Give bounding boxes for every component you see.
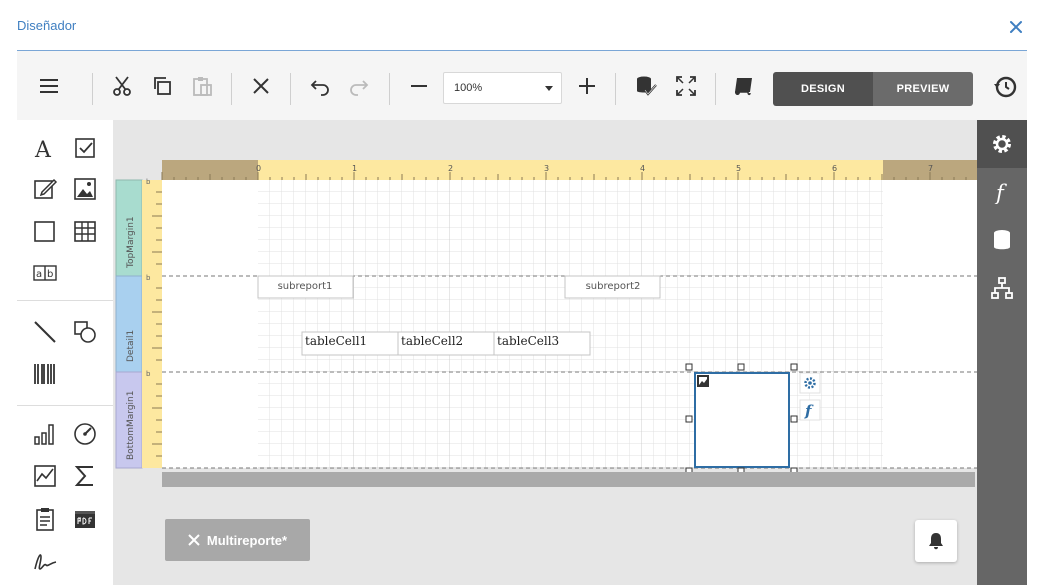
pdf-content-tool-icon[interactable] <box>72 506 98 532</box>
page-info-tool-icon[interactable] <box>32 506 58 532</box>
undo-icon[interactable] <box>309 75 331 97</box>
band-label-detail: Detail1 <box>126 330 136 362</box>
right-side-panel: f <box>977 120 1027 585</box>
selected-picture-box[interactable] <box>685 363 798 475</box>
design-button[interactable]: DESIGN <box>773 72 873 106</box>
toolbar-separator <box>290 73 291 105</box>
ruler-tick-label: 4 <box>640 164 645 173</box>
svg-text:f: f <box>994 181 1007 204</box>
dialog-title: Diseñador <box>17 18 77 33</box>
band-marker: b <box>146 178 151 186</box>
line-tool-icon[interactable] <box>32 319 58 345</box>
designer-toolbar: 100% DESIGN PREVIEW <box>17 51 1027 120</box>
table-tool-icon[interactable] <box>72 218 98 244</box>
report-page <box>162 180 977 469</box>
ruler-tick-label: 2 <box>448 164 453 173</box>
ruler-tick-label: 0 <box>256 164 261 173</box>
database-icon <box>994 230 1010 250</box>
character-comb-tool-icon[interactable]: ab <box>32 260 58 286</box>
barcode-tool-icon[interactable] <box>32 361 58 387</box>
ruler-tick-label: 6 <box>832 164 837 173</box>
toolbar-separator <box>231 73 232 105</box>
properties-tab[interactable] <box>977 120 1027 168</box>
validate-bindings-icon[interactable] <box>635 75 657 97</box>
subreport1-label: subreport1 <box>278 281 333 292</box>
design-preview-toggle: DESIGN PREVIEW <box>773 72 973 106</box>
toolbar-separator <box>615 73 616 105</box>
table-cell-text: tableCell2 <box>401 334 463 348</box>
report-tab-label: Multireporte* <box>206 532 288 548</box>
band-marker: b <box>146 274 151 282</box>
menu-icon[interactable] <box>38 75 60 97</box>
table-cell-text: tableCell3 <box>497 334 559 348</box>
toolbar-separator <box>92 73 93 105</box>
cut-icon[interactable] <box>111 75 133 97</box>
copy-icon[interactable] <box>151 75 173 97</box>
label-tool-icon[interactable]: A <box>32 135 58 163</box>
toolbox-separator <box>17 405 113 406</box>
horizontal-scrollbar[interactable] <box>162 472 975 487</box>
zoom-in-icon[interactable] <box>576 75 598 97</box>
subreport1-control[interactable]: subreport1 <box>257 275 354 299</box>
zoom-select[interactable]: 100% <box>443 72 562 104</box>
design-surface[interactable]: 0 1 2 3 4 5 6 7 TopMargin1 Detail1 Botto… <box>113 120 977 585</box>
zoom-out-icon[interactable] <box>408 75 430 97</box>
script-icon[interactable] <box>732 75 754 97</box>
report-explorer-tab[interactable] <box>977 264 1027 312</box>
table-cell-text: tableCell1 <box>305 334 367 348</box>
close-icon[interactable] <box>188 534 200 546</box>
hierarchy-icon <box>991 277 1013 299</box>
ruler-tick-label: 5 <box>736 164 741 173</box>
subreport2-label: subreport2 <box>586 281 641 292</box>
sum-tool-icon[interactable] <box>72 463 98 489</box>
fullscreen-icon[interactable] <box>675 75 697 97</box>
ruler-tick-label: 1 <box>352 164 357 173</box>
band-marker: b <box>146 370 151 378</box>
subreport2-control[interactable]: subreport2 <box>564 275 661 299</box>
svg-text:a: a <box>36 269 42 280</box>
function-icon: f <box>994 181 1007 204</box>
toolbar-separator <box>389 73 390 105</box>
ruler-tick-label: 3 <box>544 164 549 173</box>
smart-tag-expression-icon[interactable]: f <box>799 399 821 421</box>
bell-icon <box>929 533 943 550</box>
history-icon[interactable] <box>994 75 1017 98</box>
redo-icon[interactable] <box>348 75 370 97</box>
report-tab-multireporte[interactable]: Multireporte* <box>165 519 310 561</box>
table-row[interactable]: tableCell1 tableCell2 tableCell3 <box>301 331 591 356</box>
toolbar-separator <box>715 73 716 105</box>
richtext-tool-icon[interactable] <box>32 176 58 202</box>
band-label-bottom-margin: BottomMargin1 <box>126 391 136 460</box>
band-headers: TopMargin1 Detail1 BottomMargin1 b b b <box>115 178 162 469</box>
picture-tool-icon[interactable] <box>72 176 98 202</box>
panel-tool-icon[interactable] <box>32 218 58 244</box>
svg-text:A: A <box>34 138 52 161</box>
signature-tool-icon[interactable] <box>32 548 58 574</box>
shape-tool-icon[interactable] <box>72 319 98 345</box>
smart-tag-properties-icon[interactable] <box>799 372 821 394</box>
zoom-value: 100% <box>454 82 483 94</box>
chevron-down-icon <box>545 86 553 91</box>
expressions-tab[interactable]: f <box>977 168 1027 216</box>
picture-placeholder-icon <box>697 375 709 387</box>
checkbox-tool-icon[interactable] <box>72 135 98 161</box>
paste-icon[interactable] <box>191 75 213 97</box>
field-list-tab[interactable] <box>977 216 1027 264</box>
close-icon[interactable] <box>1007 18 1025 36</box>
band-label-top-margin: TopMargin1 <box>126 216 136 269</box>
preview-button[interactable]: PREVIEW <box>873 72 973 106</box>
chart-tool-icon[interactable] <box>32 421 58 447</box>
horizontal-ruler: 0 1 2 3 4 5 6 7 <box>161 160 977 180</box>
sparkline-tool-icon[interactable] <box>32 463 58 489</box>
gauge-tool-icon[interactable] <box>72 421 98 447</box>
delete-icon[interactable] <box>250 75 272 97</box>
svg-text:b: b <box>47 269 53 280</box>
toolbox-panel: A ab <box>17 120 113 585</box>
gear-icon <box>993 135 1011 153</box>
notifications-button[interactable] <box>915 520 957 562</box>
toolbox-separator <box>17 300 113 301</box>
ruler-tick-label: 7 <box>928 164 933 173</box>
